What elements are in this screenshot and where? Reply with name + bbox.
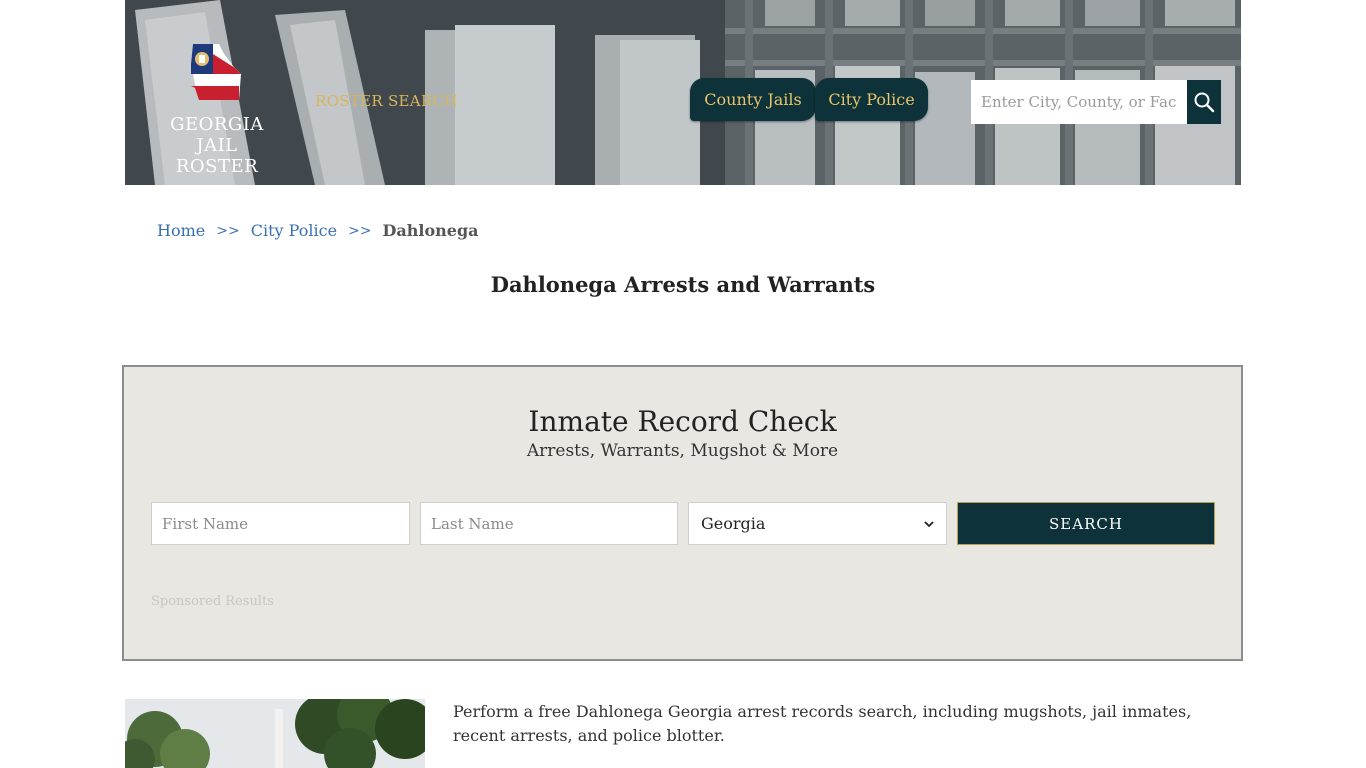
georgia-flag-map-icon <box>191 44 241 100</box>
search-icon <box>1194 92 1215 113</box>
breadcrumb-separator: >> <box>348 222 372 239</box>
record-search-button[interactable]: SEARCH <box>957 502 1215 545</box>
roster-search-link[interactable]: ROSTER SEARCH <box>315 92 458 110</box>
state-select-value: Georgia <box>701 514 766 533</box>
intro-paragraph: Perform a free Dahlonega Georgia arrest … <box>453 702 1192 745</box>
first-name-input[interactable] <box>151 502 410 545</box>
breadcrumb-current: Dahlonega <box>382 221 479 240</box>
breadcrumb-home-link[interactable]: Home <box>157 221 205 240</box>
page-title: Dahlonega Arrests and Warrants <box>490 272 876 297</box>
site-header: GEORGIA JAIL ROSTER ROSTER SEARCH County… <box>125 0 1241 185</box>
record-check-subtitle: Arrests, Warrants, Mugshot & More <box>526 441 839 461</box>
nav-tab-city-police[interactable]: City Police <box>815 78 928 121</box>
record-check-title: Inmate Record Check <box>528 405 837 438</box>
city-photo <box>125 699 425 768</box>
breadcrumb-city-police-link[interactable]: City Police <box>251 221 337 240</box>
breadcrumb-separator: >> <box>216 222 240 239</box>
site-logo[interactable]: GEORGIA JAIL ROSTER <box>155 44 279 177</box>
sponsored-results-label: Sponsored Results <box>151 594 274 609</box>
city-photo-image <box>125 699 425 768</box>
logo-text: GEORGIA JAIL ROSTER <box>155 114 279 177</box>
state-select[interactable]: Georgia <box>688 502 947 545</box>
inmate-record-check-panel: Inmate Record Check Arrests, Warrants, M… <box>122 365 1243 661</box>
last-name-input[interactable] <box>420 502 678 545</box>
logo-line-2: JAIL ROSTER <box>175 135 259 177</box>
chevron-down-icon <box>924 520 934 527</box>
nav-tab-county-jails[interactable]: County Jails <box>690 78 816 121</box>
breadcrumb: Home >> City Police >> Dahlonega <box>157 221 479 240</box>
facility-search-input[interactable] <box>971 80 1187 124</box>
facility-search-button[interactable] <box>1187 80 1221 124</box>
logo-line-1: GEORGIA <box>170 114 264 135</box>
